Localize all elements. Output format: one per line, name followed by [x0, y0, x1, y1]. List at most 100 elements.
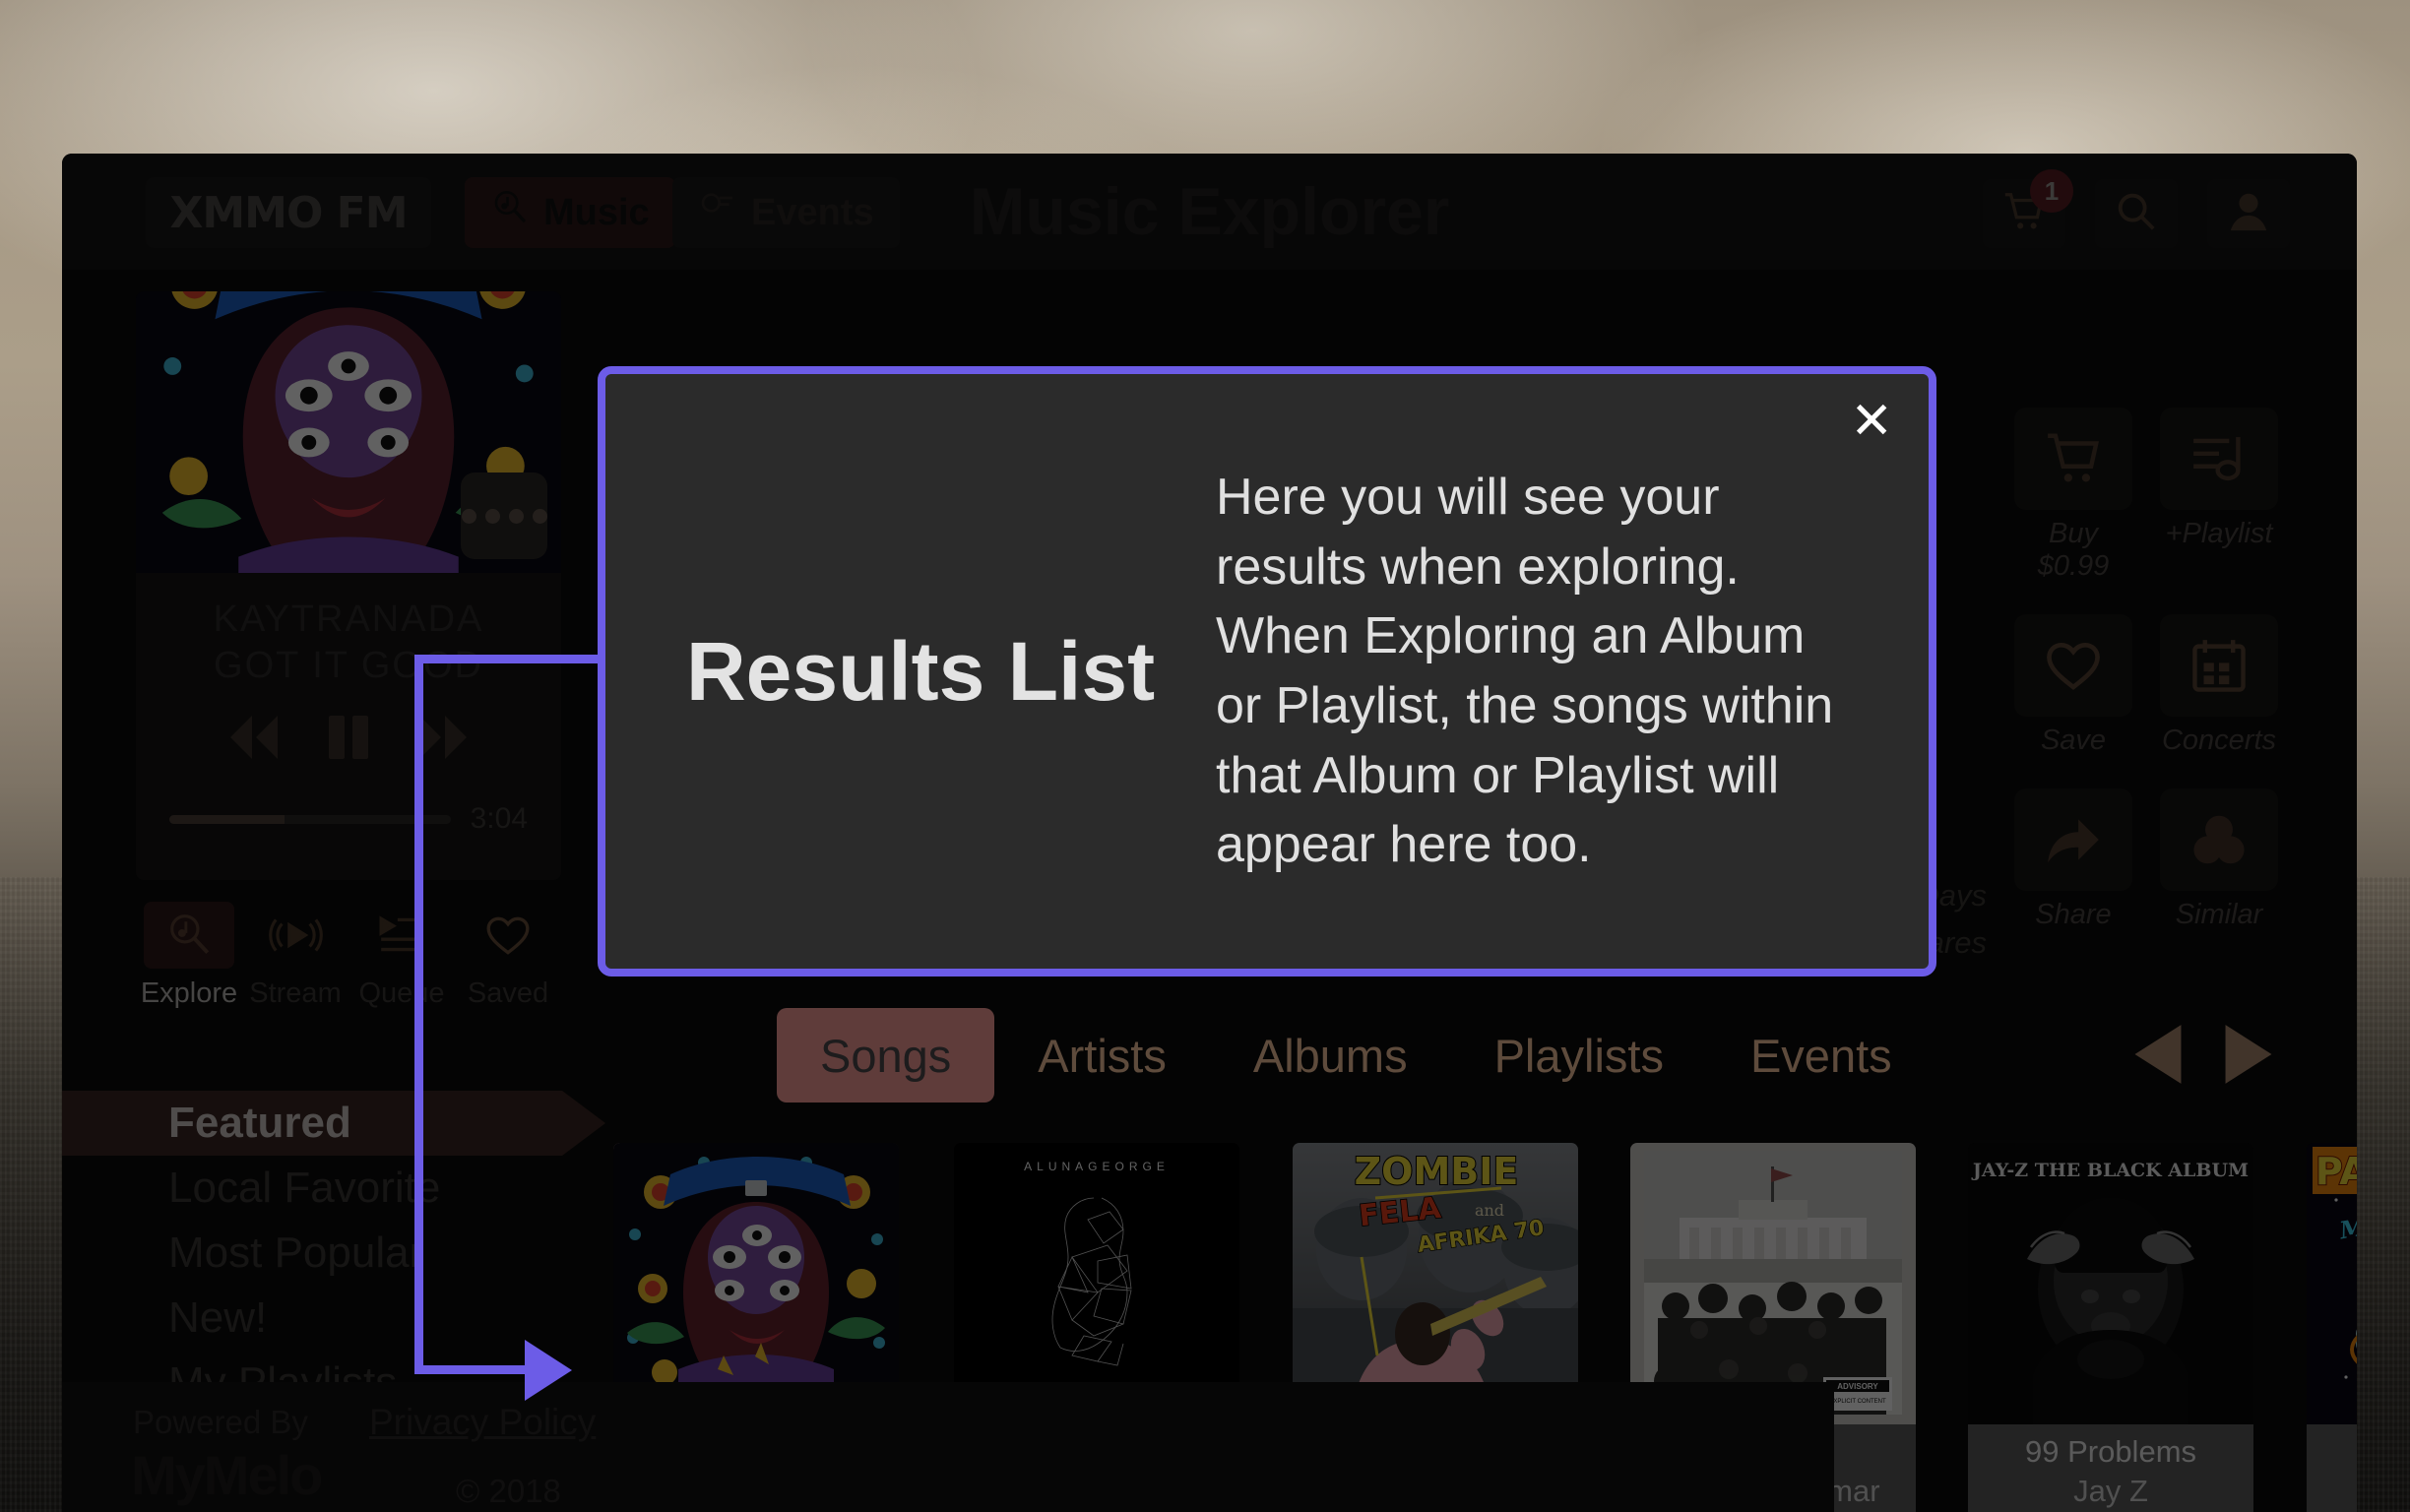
tab-albums[interactable]: Albums — [1210, 1008, 1451, 1102]
mode-queue[interactable]: Queue — [349, 902, 455, 1010]
nav-tab-music[interactable]: Music — [465, 177, 675, 248]
svg-text:ZOMBIE: ZOMBIE — [1355, 1150, 1519, 1193]
svg-text:ADVISORY: ADVISORY — [1837, 1382, 1878, 1391]
tutorial-modal: ✕ Results List Here you will see your re… — [598, 366, 1936, 976]
svg-text:EXPLICIT CONTENT: EXPLICIT CONTENT — [1829, 1399, 1886, 1405]
tab-label: Artists — [1038, 1029, 1167, 1082]
result-card[interactable]: PARLIAMENT Mothership Connection Mothers… — [2307, 1143, 2357, 1512]
action-buy[interactable]: Buy $0.99 — [2014, 408, 2132, 583]
search-icon — [2114, 189, 2159, 239]
svg-text:PARLIAMENT: PARLIAMENT — [2315, 1150, 2357, 1193]
now-playing-meta: KAYTRANADA GOT IT GOOD — [136, 573, 561, 687]
action-save-label: Save — [2040, 724, 2107, 756]
result-tabs: Songs Artists Albums Playlists Events — [777, 1008, 1935, 1102]
explore-icon — [144, 902, 234, 969]
tab-artists[interactable]: Artists — [994, 1008, 1210, 1102]
modal-body: Here you will see your results when expl… — [1216, 468, 1834, 874]
mode-saved[interactable]: Saved — [455, 902, 561, 1010]
queue-icon — [356, 902, 447, 969]
nav-tab-events[interactable]: Events — [672, 177, 900, 248]
album-art-black-album: JAY-Z THE BLACK ALBUM — [1968, 1143, 2253, 1424]
action-concerts-label: Concerts — [2161, 724, 2277, 756]
mymelo-logo: MyMelo — [131, 1444, 323, 1506]
privacy-policy-link[interactable]: Privacy Policy — [369, 1402, 596, 1443]
mode-queue-label: Queue — [358, 977, 445, 1009]
mode-explore[interactable]: Explore — [136, 902, 242, 1010]
action-similar[interactable]: Similar — [2160, 788, 2278, 931]
action-similar-label: Similar — [2175, 899, 2263, 930]
mode-switcher: Explore Stream Queue Saved — [136, 902, 561, 1010]
player-time: 3:04 — [470, 802, 528, 835]
brand-logo[interactable]: XMMO FM — [146, 177, 431, 248]
tab-playlists[interactable]: Playlists — [1451, 1008, 1707, 1102]
modal-title: Results List — [685, 624, 1156, 718]
action-share[interactable]: Share — [2014, 788, 2132, 931]
action-concerts[interactable]: Concerts — [2160, 614, 2278, 757]
cart-button[interactable]: 1 — [1983, 169, 2073, 248]
account-button[interactable] — [2207, 179, 2290, 248]
more-dot — [508, 508, 524, 524]
action-save[interactable]: Save — [2014, 614, 2132, 757]
action-row: Save Concerts — [2014, 614, 2278, 757]
mode-explore-label: Explore — [140, 977, 238, 1009]
pause-icon[interactable] — [323, 711, 374, 769]
triangle-right-icon[interactable] — [2217, 1020, 2280, 1094]
result-title: 99 Problems — [2024, 1434, 2197, 1469]
tab-label: Playlists — [1493, 1029, 1664, 1082]
now-playing-player: KAYTRANADA GOT IT GOOD 3:04 — [136, 291, 561, 880]
callout-arrow-icon — [525, 1340, 572, 1401]
action-buy-label: Buy $0.99 — [2037, 518, 2110, 582]
nav-tab-events-label: Events — [751, 191, 874, 233]
action-share-label: Share — [2035, 899, 2112, 930]
svg-text:and: and — [1475, 1201, 1504, 1220]
event-icon — [698, 188, 737, 237]
action-row: Buy $0.99 +Playlist — [2014, 408, 2278, 583]
calendar-icon — [2160, 614, 2278, 717]
more-dot — [461, 508, 476, 524]
heart-icon — [2014, 614, 2132, 717]
action-row: Share Similar — [2014, 788, 2278, 931]
mode-stream[interactable]: Stream — [242, 902, 349, 1010]
now-playing-track: GOT IT GOOD — [214, 645, 483, 686]
copyright-label: © 2018 — [456, 1473, 561, 1509]
stream-icon — [250, 902, 341, 969]
app-header: XMMO FM Music Events Music Explorer 1 — [62, 154, 2357, 270]
share-arrow-icon — [2014, 788, 2132, 891]
search-button[interactable] — [2095, 179, 2178, 248]
header-icon-group: 1 — [1983, 169, 2290, 248]
result-card-caption: Mothership Connection Parliament — [2307, 1424, 2357, 1512]
add-playlist-icon — [2160, 408, 2278, 510]
more-dot — [484, 508, 500, 524]
tab-songs[interactable]: Songs — [777, 1008, 995, 1102]
user-avatar-icon — [2226, 189, 2271, 239]
progress-bar[interactable] — [169, 814, 451, 824]
mode-saved-label: Saved — [467, 977, 549, 1009]
triangle-left-icon[interactable] — [2126, 1020, 2189, 1094]
svg-text:JAY-Z THE BLACK ALBUM: JAY-Z THE BLACK ALBUM — [1971, 1160, 2249, 1181]
tab-label: Events — [1749, 1029, 1892, 1082]
result-card[interactable]: JAY-Z THE BLACK ALBUM 99 Problems Jay Z — [1968, 1143, 2253, 1512]
now-playing-artwork — [136, 291, 561, 573]
result-card-caption: 99 Problems Jay Z — [1968, 1424, 2253, 1512]
cart-icon — [2014, 408, 2132, 510]
more-options-button[interactable] — [461, 472, 547, 559]
callout-connector-segment — [414, 1365, 538, 1374]
result-title: Mothership Connection — [2311, 1434, 2357, 1505]
svg-text:ALUNAGEORGE: ALUNAGEORGE — [1024, 1160, 1170, 1173]
close-icon[interactable]: ✕ — [1850, 396, 1893, 447]
powered-by-label: Powered By — [133, 1404, 308, 1440]
player-controls — [136, 711, 561, 769]
rewind-icon[interactable] — [224, 711, 284, 769]
player-progress[interactable]: 3:04 — [136, 769, 561, 836]
action-add-playlist[interactable]: +Playlist — [2160, 408, 2278, 583]
tab-events[interactable]: Events — [1707, 1008, 1935, 1102]
nav-tab-music-label: Music — [543, 191, 650, 233]
category-label: Featured — [168, 1099, 351, 1147]
result-artist: Jay Z — [2073, 1474, 2148, 1508]
heart-icon — [463, 902, 553, 969]
app-footer: Powered By MyMelo Privacy Policy © 2018 — [62, 1382, 1834, 1512]
page-title: Music Explorer — [969, 174, 1450, 249]
action-add-playlist-label: +Playlist — [2165, 518, 2273, 549]
mode-stream-label: Stream — [249, 977, 342, 1009]
album-art-parliament: PARLIAMENT Mothership Connection — [2307, 1143, 2357, 1424]
